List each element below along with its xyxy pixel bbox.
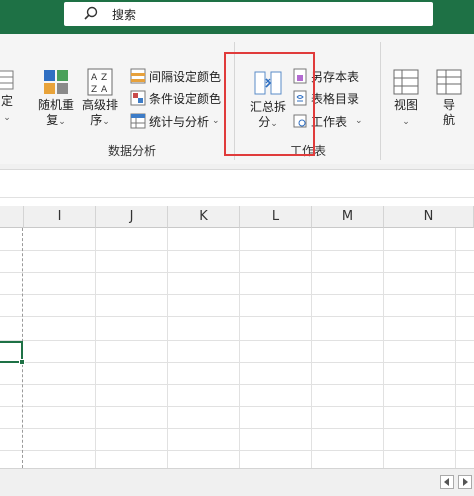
sort-az-icon: A Z Z A (87, 68, 113, 96)
column-header-k[interactable]: K (168, 206, 240, 228)
table-setting-icon (0, 70, 14, 90)
grid-line (383, 228, 384, 468)
random-repeat-button[interactable]: 随机重 复⌄ (36, 68, 76, 130)
title-bar: 搜索 (0, 0, 474, 34)
group-label-data-analysis: 数据分析 (108, 144, 157, 158)
svg-text:A: A (101, 85, 108, 95)
stats-analysis-button[interactable]: 统计与分析 ⌄ (130, 111, 220, 131)
highlight-box (224, 52, 315, 156)
search-label: 搜索 (112, 8, 137, 22)
scroll-right-button[interactable] (458, 475, 472, 489)
fill-handle[interactable] (19, 359, 25, 365)
grid-line (239, 228, 240, 468)
formula-bar[interactable] (0, 171, 474, 198)
column-header-i[interactable]: I (24, 206, 96, 228)
grid-line (0, 450, 474, 451)
view-grid-icon (393, 69, 419, 95)
random-grid-icon (44, 70, 68, 94)
partial-left-button[interactable]: 定 ⌄ (0, 68, 20, 126)
interval-color-button[interactable]: 间隔设定颜色 (130, 66, 221, 86)
advanced-sort-button[interactable]: A Z Z A 高级排 序⌄ (80, 68, 120, 130)
navigate-button[interactable]: 导 航 (432, 68, 466, 128)
stats-table-icon (130, 113, 146, 129)
condition-color-button[interactable]: 条件设定颜色 (130, 88, 221, 108)
ribbon-bottom-border (0, 164, 474, 170)
column-header-l[interactable]: L (240, 206, 312, 228)
grid-line (0, 362, 474, 363)
search-icon (84, 6, 98, 20)
grid-line (0, 272, 474, 273)
ribbon-separator (380, 42, 381, 160)
grid-line (455, 228, 456, 468)
svg-text:Z: Z (91, 85, 97, 95)
scroll-left-button[interactable] (440, 475, 454, 489)
column-header-partial[interactable] (0, 206, 24, 228)
grid-line (0, 406, 474, 407)
status-bar (0, 468, 474, 496)
navigate-grid-icon (436, 69, 462, 95)
svg-text:A: A (91, 73, 98, 83)
grid-line (0, 316, 474, 317)
column-header-m[interactable]: M (312, 206, 384, 228)
svg-text:Z: Z (101, 73, 107, 83)
grid-line (0, 384, 474, 385)
partial-left-label: 定 (0, 94, 13, 108)
view-button[interactable]: 视图 ⌄ (388, 68, 424, 130)
column-header-n[interactable]: N (384, 206, 474, 228)
grid-line (0, 250, 474, 251)
grid-line (0, 428, 474, 429)
grid-line (311, 228, 312, 468)
grid-line (0, 340, 474, 341)
column-header-j[interactable]: J (96, 206, 168, 228)
grid-line (0, 294, 474, 295)
grid-line (95, 228, 96, 468)
spreadsheet-grid[interactable]: I J K L M N (0, 206, 474, 468)
condition-color-icon (130, 90, 146, 106)
triangle-right-icon (463, 478, 468, 486)
search-input[interactable]: 搜索 (64, 2, 433, 26)
triangle-left-icon (444, 478, 449, 486)
grid-line (167, 228, 168, 468)
interval-color-icon (130, 68, 146, 84)
